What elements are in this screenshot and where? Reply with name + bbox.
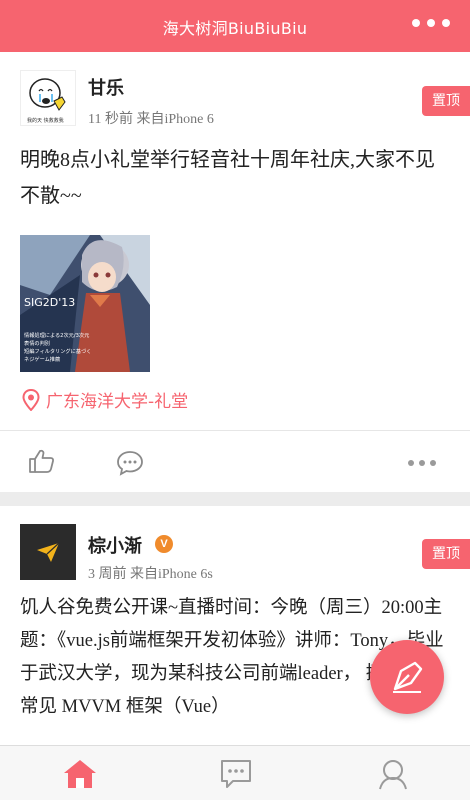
tab-home[interactable]	[60, 758, 100, 790]
image-headline: SIG2D'13	[24, 296, 75, 309]
tab-bar	[0, 745, 470, 800]
app-title: 海大树洞BiuBiuBiu	[162, 19, 308, 38]
comment-icon[interactable]	[116, 450, 144, 480]
post-image[interactable]: SIG2D'13 情報処理による2次元/3次元 表情の判別 短編フィルタリングに…	[20, 235, 150, 372]
image-line: ネジゲーム推薦	[24, 355, 60, 363]
avatar-caption: 我的天 快救救我	[27, 117, 64, 124]
tab-messages[interactable]	[216, 758, 256, 790]
pinned-badge: 置顶	[422, 86, 470, 116]
post-meta: 3 周前 来自iPhone 6s	[88, 567, 213, 582]
verified-badge: V	[155, 535, 173, 553]
post-actions	[0, 431, 470, 492]
pinned-badge: 置顶	[422, 539, 470, 569]
location-pin-icon	[22, 388, 40, 411]
location-label: 广东海洋大学-礼堂	[46, 392, 189, 412]
more-menu-icon[interactable]	[412, 19, 450, 27]
compose-button[interactable]	[370, 640, 444, 714]
avatar[interactable]: 我的天 快救救我	[20, 70, 76, 126]
card-separator	[0, 492, 470, 506]
post-meta: 11 秒前 来自iPhone 6	[88, 112, 214, 127]
post-card: 我的天 快救救我 甘乐 11 秒前 来自iPhone 6 置顶 明晚8点小礼堂举…	[0, 52, 470, 492]
user-icon	[379, 760, 407, 790]
home-icon	[64, 760, 96, 788]
avatar[interactable]	[20, 524, 76, 580]
post-content: 明晚8点小礼堂举行轻音社十周年社庆,大家不见不散~~	[20, 149, 435, 207]
compose-icon	[393, 661, 423, 693]
like-icon[interactable]	[28, 448, 56, 478]
post-more-icon[interactable]	[408, 460, 436, 466]
post-username[interactable]: 棕小渐	[88, 532, 142, 558]
image-line: 情報処理による2次元/3次元	[24, 331, 89, 339]
message-icon	[221, 760, 251, 788]
post-location[interactable]: 广东海洋大学-礼堂	[22, 387, 188, 412]
tab-profile[interactable]	[373, 758, 413, 790]
post-username[interactable]: 甘乐	[88, 74, 124, 100]
app-header: 海大树洞BiuBiuBiu	[0, 0, 470, 52]
image-line: 短編フィルタリングに基づく	[24, 347, 91, 355]
image-line: 表情の判別	[24, 339, 50, 347]
